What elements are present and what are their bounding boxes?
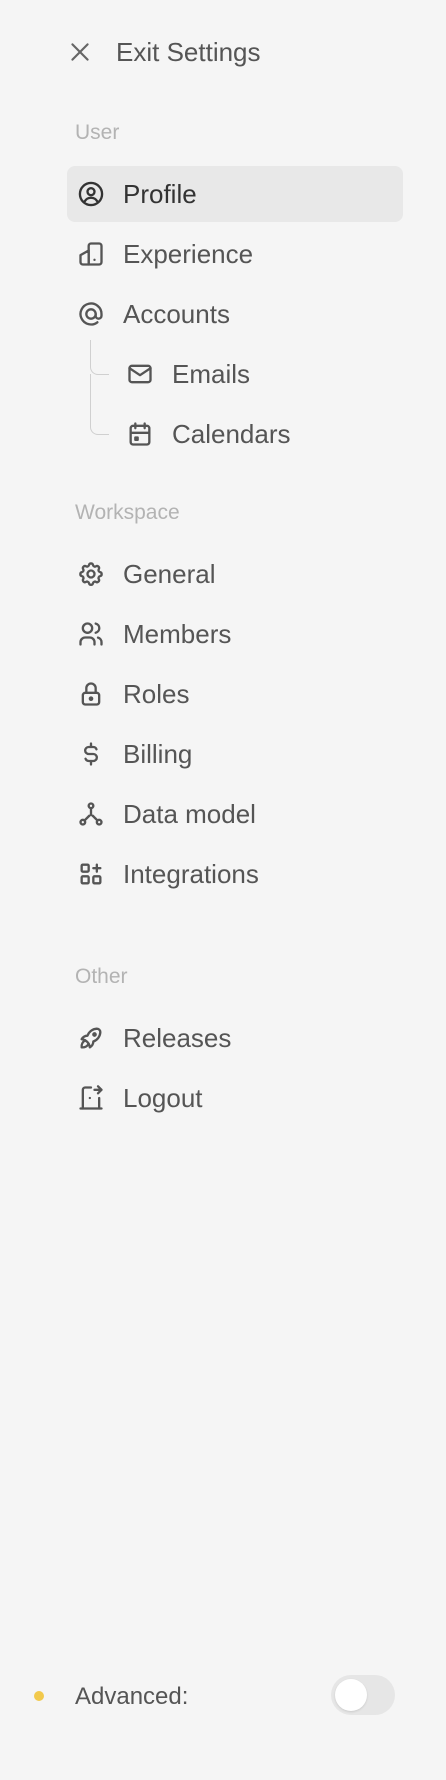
logout-icon xyxy=(76,1083,106,1113)
at-icon xyxy=(76,299,106,329)
sidebar-item-experience[interactable]: Experience xyxy=(67,226,403,282)
section-title-other: Other xyxy=(75,965,128,988)
sidebar-item-profile[interactable]: Profile xyxy=(67,166,403,222)
mail-icon xyxy=(125,359,155,389)
sidebar-item-logout[interactable]: Logout xyxy=(67,1070,403,1126)
tree-connector xyxy=(90,374,109,435)
sidebar-item-releases[interactable]: Releases xyxy=(67,1010,403,1066)
exit-settings-label: Exit Settings xyxy=(116,36,261,67)
sidebar-item-integrations[interactable]: Integrations xyxy=(67,846,403,902)
sidebar-item-label: Members xyxy=(123,618,232,649)
sidebar-item-label: Data model xyxy=(123,798,256,829)
hierarchy-icon xyxy=(76,799,106,829)
rocket-icon xyxy=(76,1023,106,1053)
gear-icon xyxy=(76,559,106,589)
advanced-toggle[interactable] xyxy=(331,1675,395,1715)
sidebar-item-label: Integrations xyxy=(123,858,259,889)
tree-connector xyxy=(90,340,109,375)
advanced-row: Advanced: xyxy=(0,1670,446,1722)
sidebar-item-label: General xyxy=(123,558,216,589)
advanced-label: Advanced: xyxy=(75,1683,189,1710)
sidebar-item-label: Billing xyxy=(123,738,193,769)
dollar-icon xyxy=(76,739,106,769)
toggle-knob xyxy=(335,1679,367,1711)
sidebar-item-billing[interactable]: Billing xyxy=(67,726,403,782)
apps-icon xyxy=(76,859,106,889)
sidebar-item-label: Releases xyxy=(123,1022,232,1053)
exit-settings-button[interactable]: Exit Settings xyxy=(66,32,261,72)
sidebar-item-roles[interactable]: Roles xyxy=(67,666,403,722)
sidebar-item-members[interactable]: Members xyxy=(67,606,403,662)
users-icon xyxy=(76,619,106,649)
sidebar-item-label: Logout xyxy=(123,1082,203,1113)
lock-icon xyxy=(76,679,106,709)
sidebar-item-label: Roles xyxy=(123,678,190,709)
sidebar-item-accounts[interactable]: Accounts xyxy=(67,286,403,342)
settings-sidebar: Exit Settings User Profile Experience Ac… xyxy=(0,0,446,1780)
sidebar-item-label: Emails xyxy=(172,358,251,389)
calendar-icon xyxy=(125,419,155,449)
sidebar-item-calendars[interactable]: Calendars xyxy=(116,406,403,462)
sidebar-item-emails[interactable]: Emails xyxy=(116,346,403,402)
sidebar-item-data-model[interactable]: Data model xyxy=(67,786,403,842)
section-title-workspace: Workspace xyxy=(75,501,180,524)
sidebar-item-label: Profile xyxy=(123,178,197,209)
sidebar-item-label: Calendars xyxy=(172,418,291,449)
user-circle-icon xyxy=(76,179,106,209)
sidebar-item-label: Experience xyxy=(123,238,254,269)
sidebar-item-general[interactable]: General xyxy=(67,546,403,602)
close-icon xyxy=(66,38,94,66)
sidebar-item-label: Accounts xyxy=(123,298,230,329)
status-dot xyxy=(34,1691,44,1701)
color-swatch-icon xyxy=(76,239,106,269)
section-title-user: User xyxy=(75,121,120,144)
